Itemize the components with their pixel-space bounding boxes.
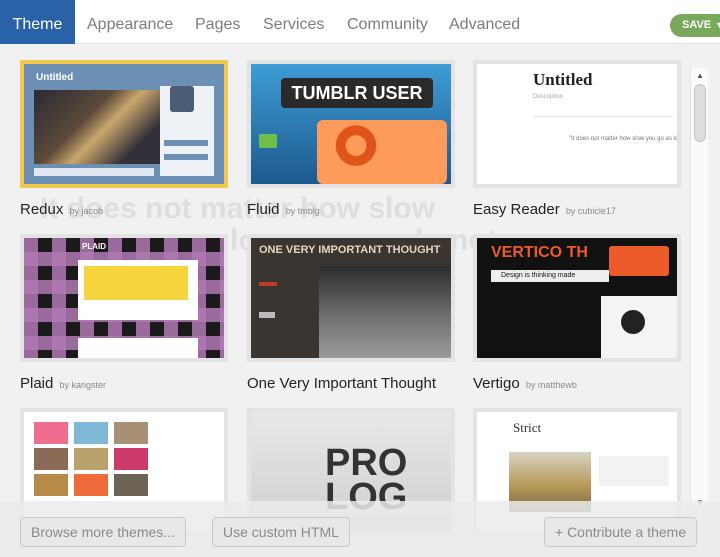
theme-author: by tmblg (285, 206, 320, 216)
plaid-preview: PLAID (24, 238, 224, 358)
preview-dot (621, 310, 645, 334)
vertigo-preview: VERTICO TH Design is thinking made (477, 238, 677, 358)
theme-name: Plaid (20, 375, 54, 392)
vertical-scrollbar[interactable]: ▲ ▼ (690, 68, 708, 510)
theme-thumbnail[interactable]: ONE VERY IMPORTANT THOUGHT (247, 234, 455, 362)
grid-tile (114, 448, 148, 470)
contribute-theme-button[interactable]: + Contribute a theme (544, 517, 698, 547)
tab-appearance[interactable]: Appearance (87, 0, 173, 44)
theme-label: Easy Reader by cubicle17 (473, 201, 616, 218)
theme-gallery: It does not matter how slow long as you … (0, 44, 720, 557)
thumb-subtitle: Design is thinking made (491, 270, 609, 282)
thumb-title: Untitled (533, 70, 593, 89)
theme-label: One Very Important Thought (247, 375, 436, 392)
grid-tile (34, 422, 68, 444)
thumb-title: VERTICO TH (491, 244, 588, 261)
tab-services[interactable]: Services (263, 0, 324, 44)
divider (533, 116, 673, 117)
bottom-action-bar: Browse more themes... Use custom HTML + … (0, 501, 720, 557)
grid-tile (74, 448, 108, 470)
grid-tile (34, 448, 68, 470)
thumb-title: PLAID (82, 242, 106, 251)
theme-author: by cubicle17 (565, 206, 616, 216)
scroll-up-icon[interactable]: ▲ (696, 71, 704, 80)
thumb-subtitle: Description (533, 94, 564, 100)
tab-community[interactable]: Community (347, 0, 428, 44)
thumb-title: ONE VERY IMPORTANT THOUGHT (259, 244, 441, 256)
theme-author: by matthewb (525, 380, 577, 390)
theme-name: One Very Important Thought (247, 375, 437, 392)
avatar (170, 86, 194, 112)
chevron-down-icon: ▼ (715, 20, 720, 30)
theme-author: by jacob (69, 206, 104, 216)
grid-tile (74, 474, 108, 496)
preview-photo (317, 120, 447, 184)
preview-bar (164, 140, 208, 146)
preview-field (259, 312, 275, 318)
thumb-title: Strict (513, 420, 542, 435)
tab-advanced[interactable]: Advanced (449, 0, 520, 44)
use-custom-html-button[interactable]: Use custom HTML (212, 517, 350, 547)
theme-author: by kangster (59, 380, 107, 390)
theme-label: Redux by jacob (20, 201, 103, 218)
preview-accent (259, 282, 277, 286)
grid-tile (34, 474, 68, 496)
theme-name: Redux (20, 201, 64, 218)
thumb-title: Untitled (36, 72, 74, 83)
preview-photo (319, 266, 451, 358)
preview-panel (599, 456, 669, 486)
theme-name: Fluid (247, 201, 280, 218)
tab-pages[interactable]: Pages (195, 0, 240, 44)
preview-footer (34, 168, 154, 176)
theme-label: Plaid by kangster (20, 375, 106, 392)
grid-tile (74, 422, 108, 444)
preview-post (78, 338, 198, 358)
theme-thumbnail[interactable]: Untitled Description "It does not matter… (473, 60, 681, 188)
theme-thumbnail[interactable]: Untitled (20, 60, 228, 188)
tab-bar: Theme Appearance Pages Services Communit… (0, 0, 720, 44)
ovit-preview: ONE VERY IMPORTANT THOUGHT (251, 238, 451, 358)
save-button[interactable]: SAVE ▼ (670, 14, 720, 37)
save-button-label: SAVE (682, 19, 712, 31)
preview-photo (34, 90, 160, 164)
camera-icon (259, 134, 277, 148)
thumb-title: TUMBLR USER (281, 78, 433, 108)
theme-name: Vertigo (473, 375, 520, 392)
tab-theme[interactable]: Theme (0, 0, 75, 44)
theme-name: Easy Reader (473, 201, 560, 218)
preview-bar (164, 154, 208, 160)
hand-icon (609, 246, 669, 276)
theme-label: Fluid by tmblg (247, 201, 320, 218)
grid-tile (114, 422, 148, 444)
preview-highlight (84, 266, 188, 300)
theme-thumbnail[interactable]: VERTICO TH Design is thinking made (473, 234, 681, 362)
grid-tile (114, 474, 148, 496)
redux-preview: Untitled (24, 64, 224, 184)
easy-reader-preview: Untitled Description "It does not matter… (477, 64, 677, 184)
fluid-preview: TUMBLR USER (251, 64, 451, 184)
thumb-quote: "It does not matter how slow you go as l… (569, 136, 679, 142)
theme-thumbnail[interactable]: PLAID (20, 234, 228, 362)
theme-thumbnail[interactable]: TUMBLR USER (247, 60, 455, 188)
browse-more-themes-button[interactable]: Browse more themes... (20, 517, 186, 547)
theme-label: Vertigo by matthewb (473, 375, 577, 392)
scrollbar-thumb[interactable] (694, 84, 706, 142)
